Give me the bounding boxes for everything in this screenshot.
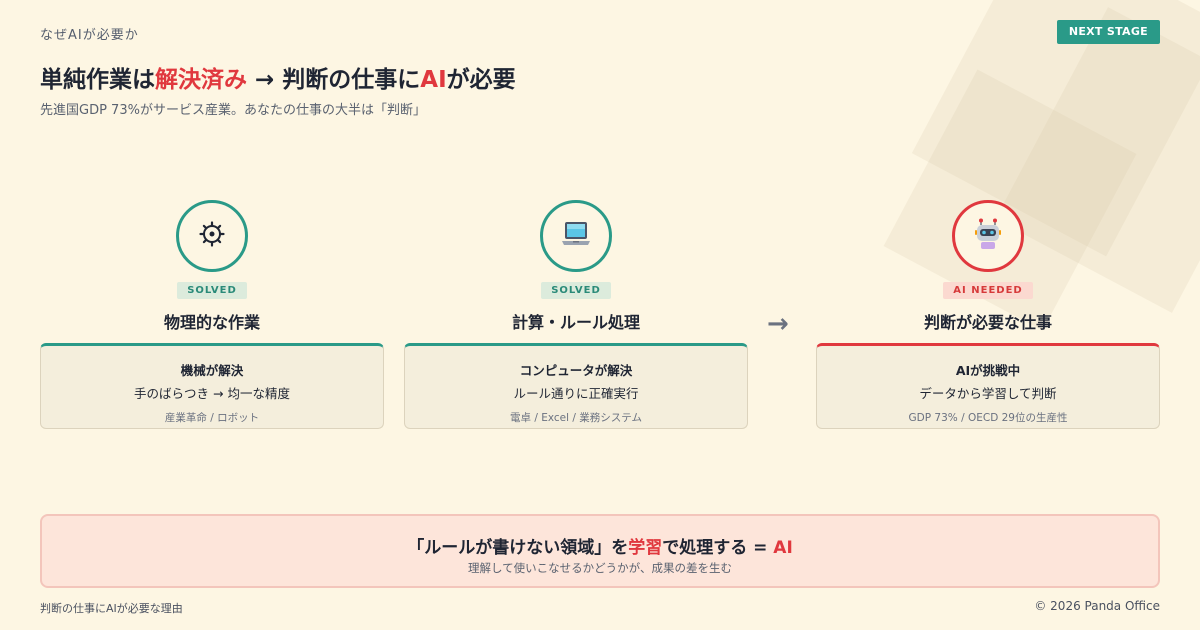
- banner-highlight-learning: 学習: [628, 538, 663, 558]
- info-card: 機械が解決 手のばらつき → 均一な精度 産業革命 / ロボット: [40, 343, 384, 429]
- column-physical-work: SOLVED 物理的な作業 機械が解決 手のばらつき → 均一な精度 産業革命 …: [40, 200, 384, 429]
- card-examples: 電卓 / Excel / 業務システム: [510, 412, 642, 424]
- page-title: 単純作業は解決済み → 判断の仕事にAIが必要: [40, 60, 516, 94]
- column-title: 計算・ルール処理: [511, 313, 640, 332]
- footer-copyright: © 2026 Panda Office: [1034, 599, 1160, 613]
- card-description: データから学習して判断: [919, 386, 1057, 401]
- info-card: AIが挑戦中 データから学習して判断 GDP 73% / OECD 29位の生産…: [816, 343, 1160, 429]
- banner-highlight-ai: AI: [773, 538, 793, 558]
- section-label: なぜAIが必要か: [40, 28, 139, 43]
- conclusion-banner: 「ルールが書けない領域」を学習で処理する = AI 理解して使いこなせるかどうか…: [40, 514, 1160, 588]
- laptop-icon: [559, 219, 593, 253]
- status-badge: SOLVED: [177, 282, 247, 299]
- footer-caption: 判断の仕事にAIが必要な理由: [40, 602, 183, 615]
- robot-icon: [971, 217, 1005, 255]
- status-badge: SOLVED: [541, 282, 611, 299]
- icon-circle: [176, 200, 248, 272]
- title-text-2: → 判断の仕事に: [247, 67, 421, 93]
- column-title: 物理的な作業: [163, 313, 260, 332]
- title-highlight-solved: 解決済み: [155, 67, 247, 93]
- arrow-right-icon: →: [767, 309, 789, 339]
- card-headline: コンピュータが解決: [519, 363, 633, 378]
- banner-headline: 「ルールが書けない領域」を学習で処理する = AI: [42, 533, 1158, 558]
- card-headline: AIが挑戦中: [955, 363, 1021, 378]
- info-card: コンピュータが解決 ルール通りに正確実行 電卓 / Excel / 業務システム: [404, 343, 748, 429]
- gear-icon: [199, 221, 225, 251]
- card-examples: 産業革命 / ロボット: [164, 412, 260, 424]
- column-judgment-work: AI NEEDED 判断が必要な仕事 AIが挑戦中 データから学習して判断 GD…: [816, 200, 1160, 429]
- card-headline: 機械が解決: [180, 363, 244, 378]
- status-badge: AI NEEDED: [943, 282, 1033, 299]
- title-highlight-ai: AI: [420, 67, 447, 93]
- banner-subtext: 理解して使いこなせるかどうかが、成果の差を生む: [468, 561, 732, 575]
- page-subtitle: 先進国GDP 73%がサービス産業。あなたの仕事の大半は「判断」: [40, 103, 426, 118]
- banner-text-1: 「ルールが書けない領域」を: [407, 538, 629, 558]
- icon-circle: [540, 200, 612, 272]
- banner-text-2: で処理する =: [662, 538, 774, 558]
- title-text-3: が必要: [446, 67, 516, 93]
- column-calculation: SOLVED 計算・ルール処理 コンピュータが解決 ルール通りに正確実行 電卓 …: [404, 200, 748, 429]
- icon-circle: [952, 200, 1024, 272]
- card-description: 手のばらつき → 均一な精度: [134, 386, 290, 401]
- column-title: 判断が必要な仕事: [923, 313, 1052, 332]
- card-examples: GDP 73% / OECD 29位の生産性: [908, 412, 1068, 424]
- title-text-1: 単純作業は: [40, 67, 155, 93]
- next-stage-button[interactable]: NEXT STAGE: [1056, 20, 1160, 44]
- card-description: ルール通りに正確実行: [513, 386, 639, 401]
